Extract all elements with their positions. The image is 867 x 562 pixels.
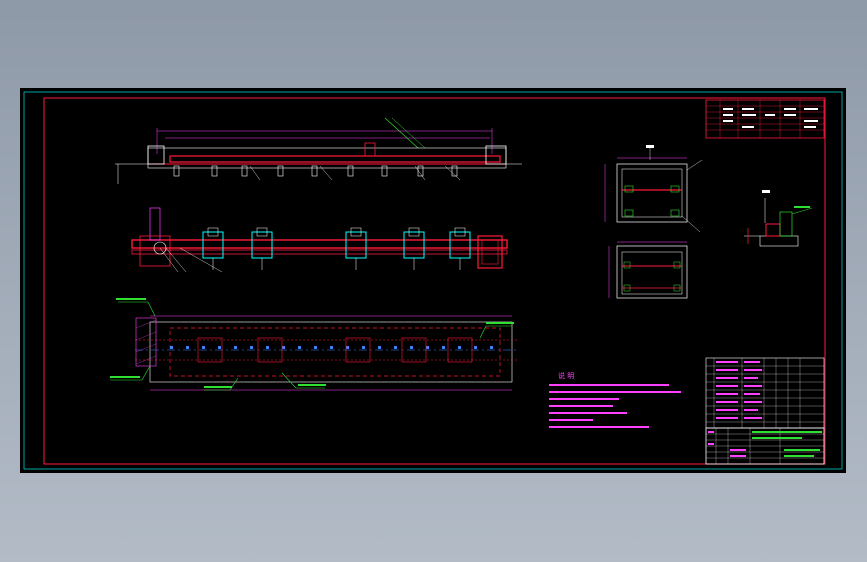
outer-frame	[23, 91, 843, 470]
parts-list-table	[705, 357, 825, 429]
plan-view	[131, 207, 508, 273]
detail-view	[744, 190, 813, 247]
cad-drawing-viewport[interactable]: 说 明	[20, 88, 846, 473]
section-top-view	[604, 145, 703, 233]
foundation-plan-view	[110, 298, 518, 391]
title-block	[705, 427, 825, 465]
front-elevation-view	[115, 117, 522, 184]
technical-notes: 说 明	[549, 371, 681, 428]
parameter-table	[705, 99, 825, 139]
drawing-border	[43, 97, 826, 465]
notes-title: 说 明	[558, 371, 574, 380]
section-bottom-view	[608, 241, 688, 299]
